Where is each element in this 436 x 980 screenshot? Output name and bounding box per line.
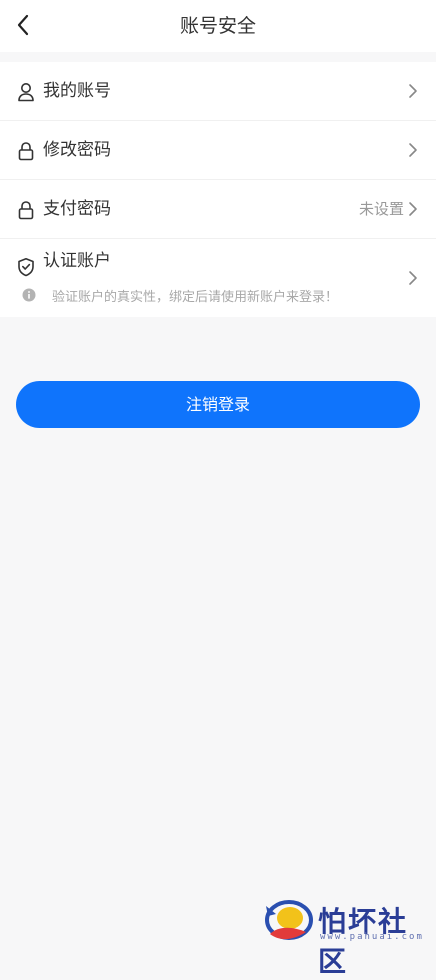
menu-item-my-account[interactable]: 我的账号 [0,62,436,121]
chevron-right-icon [409,84,417,98]
watermark-url: www.pahuai.com [320,932,424,942]
verify-hint-text: 验证账户的真实性，绑定后请使用新账户来登录！ [52,289,339,305]
menu-item-payment-password[interactable]: 支付密码 未设置 [0,180,436,239]
menu-item-label: 认证账户 [43,251,111,271]
chevron-right-icon [409,143,417,157]
chevron-right-icon [409,271,417,285]
menu-item-verify-account[interactable]: 认证账户 验证账户的真实性，绑定后请使用新账户来登录！ [0,239,436,317]
menu-item-label: 修改密码 [43,140,111,160]
lock-icon [18,142,34,161]
info-icon [22,288,36,302]
page-title: 账号安全 [179,15,256,37]
lock-icon [18,201,34,220]
menu-item-change-password[interactable]: 修改密码 [0,121,436,180]
watermark: 怕坏社区 www.pahuai.com [262,896,432,978]
chevron-right-icon [409,202,417,216]
logout-button[interactable]: 注销登录 [16,381,420,428]
user-icon [18,83,34,102]
watermark-logo [265,900,313,940]
payment-password-status: 未设置 [358,200,404,218]
shield-check-icon [18,258,34,277]
menu-item-label: 我的账号 [43,81,111,101]
menu-list: 我的账号 修改密码 支付密码 未设置 认证账户 验证账户的真实性，绑定后请使用新… [0,62,436,317]
verify-hint: 验证账户的真实性，绑定后请使用新账户来登录！ [22,285,338,305]
nav-bar: 账号安全 [0,0,436,52]
menu-item-label: 支付密码 [43,199,111,219]
